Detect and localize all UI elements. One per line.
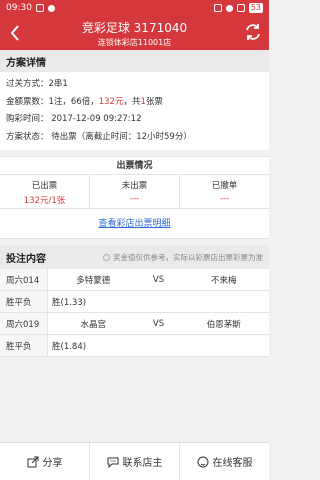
contact-owner-button[interactable]: 联系店主 xyxy=(90,443,180,480)
away-team: 不来梅 xyxy=(210,275,237,286)
ticket-panel: 出票情况 已出票 132元/1张 未出票 --- 已撤单 --- 查看彩店出票明… xyxy=(0,156,269,239)
refresh-button[interactable] xyxy=(243,22,263,42)
info-icon xyxy=(103,253,110,261)
plan-status: 方案状态： 待出票（离截止时间：12小时59分） xyxy=(6,131,192,142)
amount-prefix: 金额票数：1注，66倍， xyxy=(6,96,99,107)
wifi-icon xyxy=(225,4,233,12)
chat-icon xyxy=(107,457,118,468)
ticket-col-value: 132元/1张 xyxy=(23,196,66,206)
match-id: 周六014 xyxy=(0,269,48,290)
ticket-col-label: 已出票 xyxy=(31,181,58,191)
ticket-cancelled: 已撤单 --- xyxy=(180,175,269,208)
refresh-icon xyxy=(246,24,260,40)
result-row: 胜平负 胜(1.33) xyxy=(0,291,269,313)
amount-suffix: 张票 xyxy=(145,96,163,107)
home-team: 水晶宫 xyxy=(80,319,106,330)
notification-icon xyxy=(35,4,44,12)
ticket-col-label: 未出票 xyxy=(121,181,148,191)
ticket-pending: 未出票 --- xyxy=(90,175,180,208)
shield-icon xyxy=(47,4,55,12)
bets-note: 奖金值仅供参考，实际以彩票店出票彩票为准 xyxy=(103,252,263,263)
amount-value: 132元 xyxy=(98,96,124,107)
bets-table: 周六014 多特蒙德 VS 不来梅 胜平负 胜(1.33) 周六019 水晶宫 … xyxy=(0,269,269,357)
bets-header: 投注内容 奖金值仅供参考，实际以彩票店出票彩票为准 xyxy=(0,245,269,269)
battery-icon: 53 xyxy=(248,3,263,13)
plan-section-title: 方案详情 xyxy=(0,50,269,72)
bottom-bar: 分享 联系店主 在线客服 xyxy=(0,442,269,480)
plan-details: 过关方式：2串1 金额票数：1注，66倍，132元，共1张票 购彩时间： 201… xyxy=(0,72,269,150)
page-title: 竞彩足球 3171040 xyxy=(81,21,188,35)
status-time: 09:30 xyxy=(6,3,32,13)
vibrate-icon xyxy=(213,4,222,12)
bet-result: 胜(1.33) xyxy=(52,297,87,308)
amount-mid: ，共 xyxy=(123,96,141,107)
shop-name: 连锁体彩店11001店 xyxy=(97,38,172,47)
amount-line: 金额票数：1注，66倍，132元，共1张票 xyxy=(6,94,263,112)
match-row: 周六014 多特蒙德 VS 不来梅 xyxy=(0,269,269,291)
contact-label: 联系店主 xyxy=(122,458,163,469)
signal-icon xyxy=(236,4,245,12)
ticket-col-value: --- xyxy=(219,194,230,204)
ticket-issued: 已出票 132元/1张 xyxy=(0,175,90,208)
bet-result: 胜(1.84) xyxy=(52,341,87,352)
headset-icon xyxy=(197,456,208,467)
share-icon xyxy=(27,456,38,467)
match-id: 周六019 xyxy=(0,313,48,334)
vs-label: VS xyxy=(152,318,165,329)
buy-time: 购彩时间： 2017-12-09 09:27:12 xyxy=(6,114,142,124)
play-type: 胜平负 xyxy=(0,335,48,356)
service-label: 在线客服 xyxy=(212,458,253,469)
ticket-col-value: --- xyxy=(129,194,140,204)
share-button[interactable]: 分享 xyxy=(0,443,90,480)
result-row: 胜平负 胜(1.84) xyxy=(0,335,269,357)
play-type: 胜平负 xyxy=(0,291,48,312)
pass-mode: 过关方式：2串1 xyxy=(6,79,68,89)
ticket-title: 出票情况 xyxy=(0,157,269,175)
bets-title: 投注内容 xyxy=(6,253,46,265)
home-team: 多特蒙德 xyxy=(76,275,111,286)
vs-label: VS xyxy=(152,274,165,285)
away-team: 伯恩茅斯 xyxy=(206,319,241,330)
ticket-col-label: 已撤单 xyxy=(211,181,238,191)
app-header: 竞彩足球 3171040 连锁体彩店11001店 xyxy=(0,16,269,50)
online-service-button[interactable]: 在线客服 xyxy=(180,443,269,480)
bets-note-text: 奖金值仅供参考，实际以彩票店出票彩票为准 xyxy=(113,252,263,262)
share-label: 分享 xyxy=(42,458,63,469)
ticket-detail-link[interactable]: 查看彩店出票明细 xyxy=(0,209,269,239)
status-bar: 09:30 53 xyxy=(0,0,269,16)
match-row: 周六019 水晶宫 VS 伯恩茅斯 xyxy=(0,313,269,335)
